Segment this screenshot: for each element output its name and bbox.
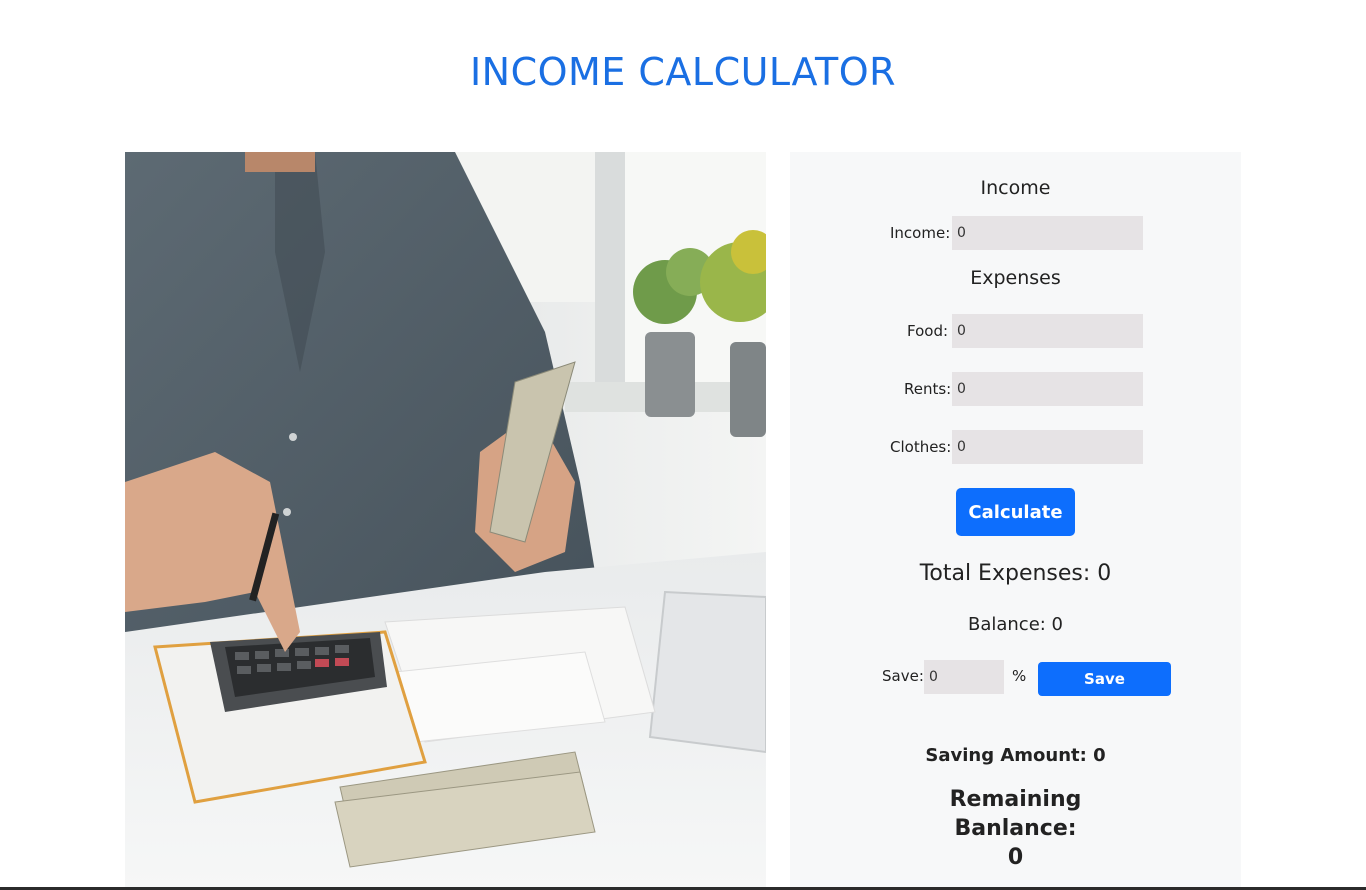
hero-photo [125, 152, 766, 890]
total-expenses: Total Expenses: 0 [919, 561, 1112, 586]
page-title: INCOME CALCULATOR [469, 50, 897, 94]
clothes-input[interactable] [952, 430, 1143, 464]
saving-amount: Saving Amount: 0 [925, 745, 1106, 766]
income-heading: Income [980, 177, 1051, 199]
calculator-panel: Income Income: Expenses Food: Rents: Clo… [790, 152, 1241, 890]
remaining-balance: Remaining Banlance: 0 [890, 785, 1141, 872]
income-input[interactable] [952, 216, 1143, 250]
food-label: Food: [907, 322, 949, 340]
expenses-heading: Expenses [970, 267, 1061, 289]
page: INCOME CALCULATOR Income Income: 0 Expen… [0, 0, 1366, 890]
save-button[interactable]: Save [1038, 662, 1171, 696]
save-percent-input[interactable] [924, 660, 1004, 694]
remaining-balance-value: 0 [1007, 845, 1024, 870]
save-percent-label: Save: [882, 667, 924, 685]
food-input[interactable] [952, 314, 1143, 348]
calculator-photo-illustration [125, 152, 766, 890]
remaining-balance-label: Remaining Banlance: [949, 787, 1082, 841]
rents-input[interactable] [952, 372, 1143, 406]
income-label: Income: [890, 224, 951, 242]
clothes-label: Clothes: [890, 438, 952, 456]
rents-label: Rents: [904, 380, 952, 398]
calculate-button[interactable]: Calculate [956, 488, 1075, 536]
percent-sign: % [1012, 667, 1027, 685]
balance: Balance: 0 [967, 614, 1064, 635]
